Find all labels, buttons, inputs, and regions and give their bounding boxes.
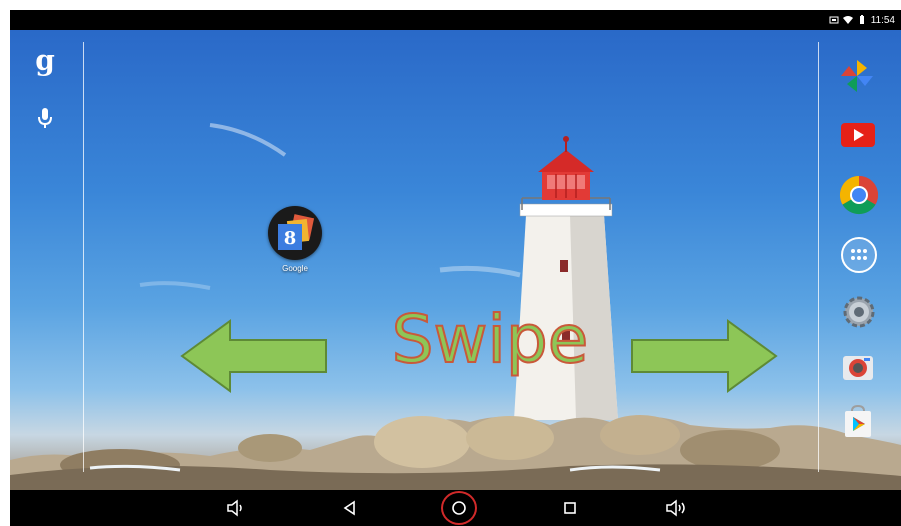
- android-tablet-screen: 11:54 g 8 Google Swipe: [10, 10, 901, 526]
- youtube-icon[interactable]: [839, 120, 881, 162]
- right-sidebar-divider: [818, 42, 819, 472]
- right-arrow-icon: [631, 319, 778, 393]
- left-arrow-icon: [180, 319, 327, 393]
- back-icon[interactable]: [338, 496, 362, 520]
- screenshot-icon: [829, 15, 839, 25]
- google-folder[interactable]: 8 Google: [262, 206, 328, 273]
- wifi-icon: [842, 15, 853, 25]
- recents-icon[interactable]: [558, 496, 582, 520]
- volume-up-icon[interactable]: [665, 496, 689, 520]
- status-time: 11:54: [870, 14, 895, 26]
- google-folder-icon: 8: [268, 206, 322, 260]
- pinwheel-icon[interactable]: [839, 58, 881, 100]
- svg-text:8: 8: [284, 228, 297, 249]
- wallpaper-lighthouse[interactable]: g 8 Google: [10, 30, 901, 490]
- mic-icon[interactable]: [31, 104, 59, 132]
- play-store-icon[interactable]: [839, 403, 881, 445]
- left-sidebar-divider: [83, 42, 84, 472]
- swipe-label: Swipe: [391, 300, 590, 379]
- settings-icon[interactable]: [839, 292, 881, 334]
- battery-icon: [857, 15, 867, 25]
- google-search-button[interactable]: g: [27, 45, 63, 77]
- camera-icon[interactable]: [839, 350, 881, 392]
- chrome-icon[interactable]: [839, 175, 881, 217]
- status-bar: 11:54: [10, 10, 901, 30]
- app-drawer-icon[interactable]: [839, 235, 881, 277]
- folder-label: Google: [282, 264, 308, 273]
- volume-down-icon[interactable]: [224, 496, 248, 520]
- home-icon[interactable]: [447, 496, 471, 520]
- navigation-bar: [10, 490, 901, 526]
